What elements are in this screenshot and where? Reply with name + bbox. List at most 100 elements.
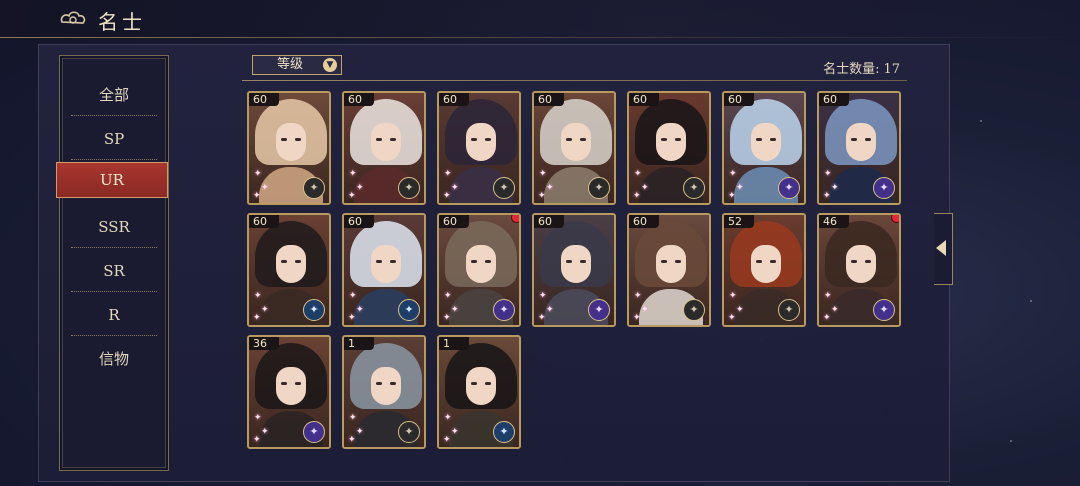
character-card[interactable]: ✦ ✦ ✦ 60 ✦ bbox=[627, 91, 711, 205]
sparkle-icon: ✦ bbox=[831, 183, 839, 193]
sparkle-icon: ✦ bbox=[546, 183, 554, 193]
arrow-left-icon bbox=[936, 240, 946, 256]
sparkle-icon: ✦ bbox=[443, 313, 451, 323]
sparkle-icon: ✦ bbox=[823, 191, 831, 201]
level-badge: 60 bbox=[344, 215, 374, 228]
sparkle-icon: ✦ bbox=[538, 191, 546, 201]
rarity-filter-sidebar: 全部 SP UR SSR SR R 信物 bbox=[56, 55, 169, 471]
filter-r[interactable]: R bbox=[71, 294, 157, 336]
sparkle-icon: ✦ bbox=[348, 191, 356, 201]
sparkle-icon: ✦ bbox=[824, 291, 832, 301]
filter-all[interactable]: 全部 bbox=[71, 74, 157, 116]
character-card[interactable]: ✦ ✦ ✦ 60 ✦ bbox=[247, 91, 331, 205]
filter-sp[interactable]: SP bbox=[71, 118, 157, 160]
faction-emblem-icon: ✦ bbox=[303, 177, 325, 199]
sparkle-icon: ✦ bbox=[538, 313, 546, 323]
sparkle-icon: ✦ bbox=[729, 291, 737, 301]
character-card[interactable]: ✦ ✦ ✦ 46 ✦ bbox=[817, 213, 901, 327]
filter-ur[interactable]: UR bbox=[56, 162, 168, 198]
character-card[interactable]: ✦ ✦ ✦ 60 ✦ bbox=[247, 213, 331, 327]
sparkle-icon: ✦ bbox=[349, 169, 357, 179]
level-badge: 60 bbox=[534, 215, 564, 228]
character-card[interactable]: ✦ ✦ ✦ 52 ✦ bbox=[722, 213, 806, 327]
character-card[interactable]: ✦ ✦ ✦ 60 ✦ bbox=[342, 213, 426, 327]
faction-emblem-icon: ✦ bbox=[778, 177, 800, 199]
roster-count-label: 名士数量: bbox=[823, 62, 880, 77]
sparkle-icon: ✦ bbox=[253, 191, 261, 201]
level-badge: 60 bbox=[249, 93, 279, 106]
character-card[interactable]: ✦ ✦ ✦ 60 ✦ bbox=[437, 213, 521, 327]
toolbar-divider bbox=[242, 80, 907, 81]
sparkle-icon: ✦ bbox=[634, 169, 642, 179]
portrait-face bbox=[561, 123, 591, 161]
expand-panel-tab[interactable] bbox=[934, 213, 953, 285]
faction-emblem-icon: ✦ bbox=[683, 299, 705, 321]
sparkle-icon: ✦ bbox=[254, 291, 262, 301]
sparkle-icon: ✦ bbox=[348, 435, 356, 445]
sparkle-icon: ✦ bbox=[444, 169, 452, 179]
character-card[interactable]: ✦ ✦ ✦ 36 ✦ bbox=[247, 335, 331, 449]
roster-count: 名士数量: 17 bbox=[819, 58, 900, 77]
sort-dropdown[interactable]: 等级 ▼ bbox=[252, 55, 342, 75]
portrait-face bbox=[656, 123, 686, 161]
faction-emblem-icon: ✦ bbox=[588, 177, 610, 199]
faction-emblem-icon: ✦ bbox=[778, 299, 800, 321]
character-card[interactable]: ✦ ✦ ✦ 60 ✦ bbox=[817, 91, 901, 205]
level-badge: 60 bbox=[724, 93, 754, 106]
sparkle-icon: ✦ bbox=[736, 305, 744, 315]
faction-emblem-icon: ✦ bbox=[683, 177, 705, 199]
sparkle-icon: ✦ bbox=[539, 291, 547, 301]
sparkle-icon: ✦ bbox=[641, 183, 649, 193]
portrait-face bbox=[846, 123, 876, 161]
sparkle-icon: ✦ bbox=[539, 169, 547, 179]
page-title: 名士 bbox=[98, 10, 146, 34]
sparkle-icon: ✦ bbox=[633, 313, 641, 323]
faction-emblem-icon: ✦ bbox=[493, 421, 515, 443]
character-card[interactable]: ✦ ✦ ✦ 1 ✦ bbox=[342, 335, 426, 449]
level-badge: 60 bbox=[249, 215, 279, 228]
sparkle-icon: ✦ bbox=[546, 305, 554, 315]
notification-dot bbox=[891, 215, 899, 223]
level-badge: 1 bbox=[344, 337, 374, 350]
header-divider bbox=[0, 37, 1080, 38]
notification-dot bbox=[511, 215, 519, 223]
sparkle-icon: ✦ bbox=[444, 413, 452, 423]
sparkle-icon: ✦ bbox=[633, 191, 641, 201]
sparkle-icon: ✦ bbox=[824, 169, 832, 179]
sparkle-icon: ✦ bbox=[451, 427, 459, 437]
level-badge: 1 bbox=[439, 337, 469, 350]
sparkle-icon: ✦ bbox=[261, 183, 269, 193]
sparkle-icon: ✦ bbox=[451, 305, 459, 315]
level-badge: 60 bbox=[534, 93, 564, 106]
level-badge: 52 bbox=[724, 215, 754, 228]
faction-emblem-icon: ✦ bbox=[398, 299, 420, 321]
sparkle-icon: ✦ bbox=[356, 305, 364, 315]
sparkle-icon: ✦ bbox=[444, 291, 452, 301]
sparkle-icon: ✦ bbox=[261, 305, 269, 315]
chevron-down-icon: ▼ bbox=[323, 58, 337, 72]
filter-sr[interactable]: SR bbox=[71, 250, 157, 292]
filter-token[interactable]: 信物 bbox=[71, 338, 157, 380]
character-card[interactable]: ✦ ✦ ✦ 60 ✦ bbox=[627, 213, 711, 327]
filter-ssr[interactable]: SSR bbox=[71, 206, 157, 248]
sparkle-icon: ✦ bbox=[349, 413, 357, 423]
portrait-face bbox=[371, 367, 401, 405]
character-card[interactable]: ✦ ✦ ✦ 1 ✦ bbox=[437, 335, 521, 449]
character-card[interactable]: ✦ ✦ ✦ 60 ✦ bbox=[532, 91, 616, 205]
sparkle-icon: ✦ bbox=[451, 183, 459, 193]
sparkle-icon: ✦ bbox=[348, 313, 356, 323]
faction-emblem-icon: ✦ bbox=[398, 421, 420, 443]
character-card[interactable]: ✦ ✦ ✦ 60 ✦ bbox=[722, 91, 806, 205]
level-badge: 60 bbox=[344, 93, 374, 106]
sparkle-icon: ✦ bbox=[254, 169, 262, 179]
character-card[interactable]: ✦ ✦ ✦ 60 ✦ bbox=[342, 91, 426, 205]
character-card[interactable]: ✦ ✦ ✦ 60 ✦ bbox=[532, 213, 616, 327]
portrait-face bbox=[371, 245, 401, 283]
cloud-back-icon[interactable] bbox=[58, 8, 88, 30]
faction-emblem-icon: ✦ bbox=[493, 299, 515, 321]
character-card[interactable]: ✦ ✦ ✦ 60 ✦ bbox=[437, 91, 521, 205]
faction-emblem-icon: ✦ bbox=[398, 177, 420, 199]
sparkle-icon: ✦ bbox=[443, 191, 451, 201]
header-bar bbox=[0, 0, 1080, 40]
portrait-face bbox=[276, 367, 306, 405]
